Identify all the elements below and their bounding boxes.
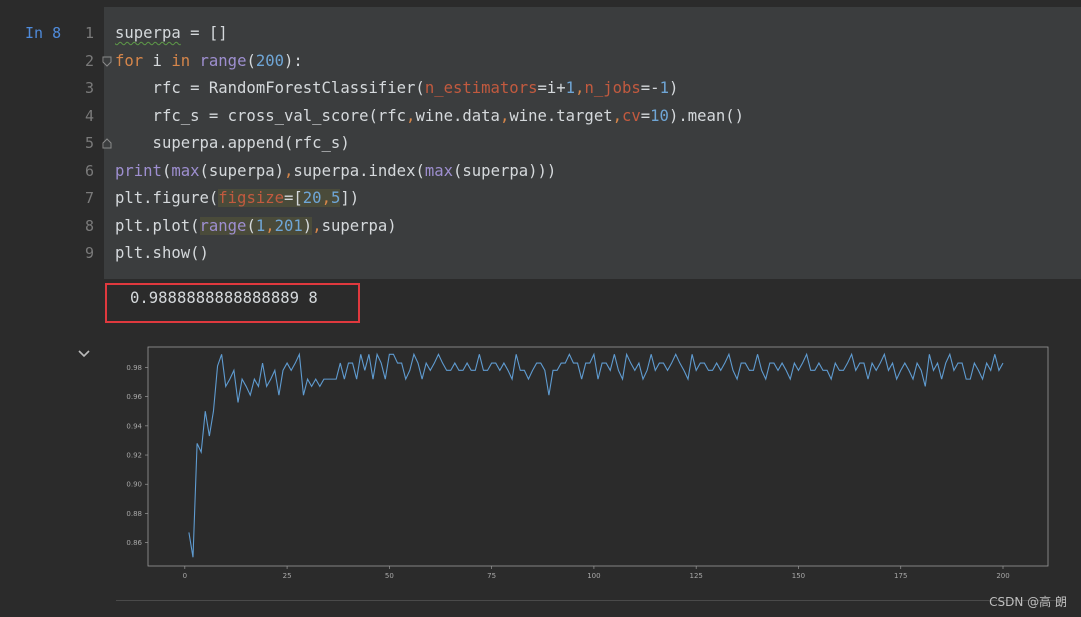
code-token: superpa.index( [293, 161, 425, 180]
code-token: , [499, 106, 510, 125]
line-number-gutter: 1 2 3 4 5 6 7 8 9 [72, 20, 94, 268]
code-token: 10 [650, 106, 669, 125]
code-token: , [321, 189, 331, 207]
x-tick-label: 175 [894, 572, 907, 580]
code-token: ) [302, 216, 313, 235]
code-token: superpa.append(rfc_s) [115, 134, 350, 152]
code-token: superpa) [321, 216, 397, 235]
code-token: ): [284, 51, 303, 70]
code-line[interactable]: plt.show() [115, 240, 1075, 268]
code-editor[interactable]: superpa = [] for i in range(200): rfc = … [115, 20, 1075, 268]
y-tick-label: 0.96 [126, 393, 142, 401]
code-token: n_jobs [584, 79, 641, 97]
code-token: 1 [255, 216, 266, 235]
fold-end-icon[interactable] [102, 138, 112, 149]
highlight-box [105, 283, 360, 323]
code-token: = [640, 106, 651, 125]
code-token: max [171, 161, 200, 180]
code-token: ).mean() [668, 106, 745, 125]
line-number: 2 [84, 51, 94, 70]
code-token: ( [161, 161, 172, 180]
y-tick-label: 0.90 [126, 481, 142, 489]
code-line[interactable]: rfc_s = cross_val_score(rfc,wine.data,wi… [115, 103, 1075, 131]
code-token: wine.target [509, 106, 613, 125]
code-line[interactable]: superpa = [] [115, 20, 1075, 48]
x-tick-label: 25 [283, 572, 292, 580]
code-token: , [265, 216, 275, 235]
code-line[interactable]: for i in range(200): [115, 48, 1075, 76]
x-tick-label: 100 [587, 572, 600, 580]
code-token: max [424, 161, 454, 180]
code-line[interactable]: rfc = RandomForestClassifier(n_estimator… [115, 75, 1075, 103]
code-token: 1 [565, 79, 576, 97]
code-token: =i+ [537, 79, 566, 97]
code-token: figsize [218, 189, 284, 207]
code-token: , [284, 161, 294, 180]
y-tick-label: 0.86 [126, 539, 142, 547]
code-line[interactable]: print(max(superpa),superpa.index(max(sup… [115, 158, 1075, 186]
code-token: (superpa) [199, 161, 285, 180]
line-number: 1 [84, 24, 94, 42]
code-token: print [115, 161, 162, 180]
code-token: in [171, 51, 191, 70]
x-tick-label: 0 [183, 572, 187, 580]
x-tick-label: 150 [792, 572, 805, 580]
line-number: 4 [84, 106, 94, 125]
code-token: superpa [115, 24, 181, 42]
watermark: CSDN @高 朗 [989, 595, 1067, 609]
output-separator [116, 600, 1066, 601]
code-token: 1 [659, 79, 669, 97]
y-tick-label: 0.92 [126, 452, 142, 460]
code-token: ) [668, 79, 679, 97]
line-chart: 0 25 50 75 100 125 150 175 200 0.86 0.88 0.90 0.92 0.… [126, 346, 1049, 580]
fold-toggle-icon[interactable] [102, 56, 112, 67]
line-number: 3 [84, 79, 94, 97]
code-token: =- [640, 79, 660, 97]
code-token: rfc = RandomForestClassifier( [115, 79, 425, 97]
code-token: , [612, 106, 622, 125]
code-token: plt.plot( [115, 216, 200, 235]
code-token: 201 [274, 216, 303, 235]
series-line [188, 352, 1004, 558]
line-number: 7 [84, 189, 94, 207]
code-token: 20 [302, 189, 322, 207]
code-token: = [] [180, 24, 228, 42]
code-token: rfc_s = cross_val_score(rfc [115, 106, 407, 125]
code-token: plt.figure( [115, 189, 219, 207]
code-token: plt.show() [115, 244, 209, 262]
code-token: n_estimators [424, 79, 538, 97]
code-token: for [115, 51, 144, 70]
y-tick-label: 0.98 [126, 364, 142, 372]
x-tick-label: 125 [689, 572, 702, 580]
line-number: 9 [84, 244, 94, 262]
code-token: range [199, 51, 247, 70]
line-number: 5 [84, 134, 94, 152]
collapse-output-chevron-icon[interactable] [77, 349, 91, 359]
code-line[interactable]: plt.figure(figsize=[20,5]) [115, 185, 1075, 213]
code-token: (superpa))) [453, 161, 557, 180]
x-tick-label: 75 [487, 572, 496, 580]
line-number: 8 [84, 216, 94, 235]
execution-prompt: In 8 [25, 24, 62, 42]
code-line[interactable]: superpa.append(rfc_s) [115, 130, 1075, 158]
code-token: cv [622, 106, 641, 125]
y-tick-label: 0.94 [126, 422, 142, 430]
x-tick-label: 50 [385, 572, 394, 580]
line-number: 6 [84, 161, 94, 180]
code-token: 200 [255, 51, 285, 70]
code-token: ]) [340, 189, 360, 207]
code-token: wine.data [415, 106, 500, 125]
code-token: range [199, 216, 247, 235]
code-token: , [312, 216, 322, 235]
y-tick-label: 0.88 [126, 510, 142, 518]
code-token: i [143, 51, 172, 70]
code-token: ( [246, 216, 256, 235]
x-tick-label: 200 [996, 572, 1009, 580]
code-token: =[ [284, 189, 303, 207]
code-token: ( [246, 51, 256, 70]
code-line[interactable]: plt.plot(range(1,201),superpa) [115, 213, 1075, 241]
code-token: 5 [330, 189, 341, 207]
